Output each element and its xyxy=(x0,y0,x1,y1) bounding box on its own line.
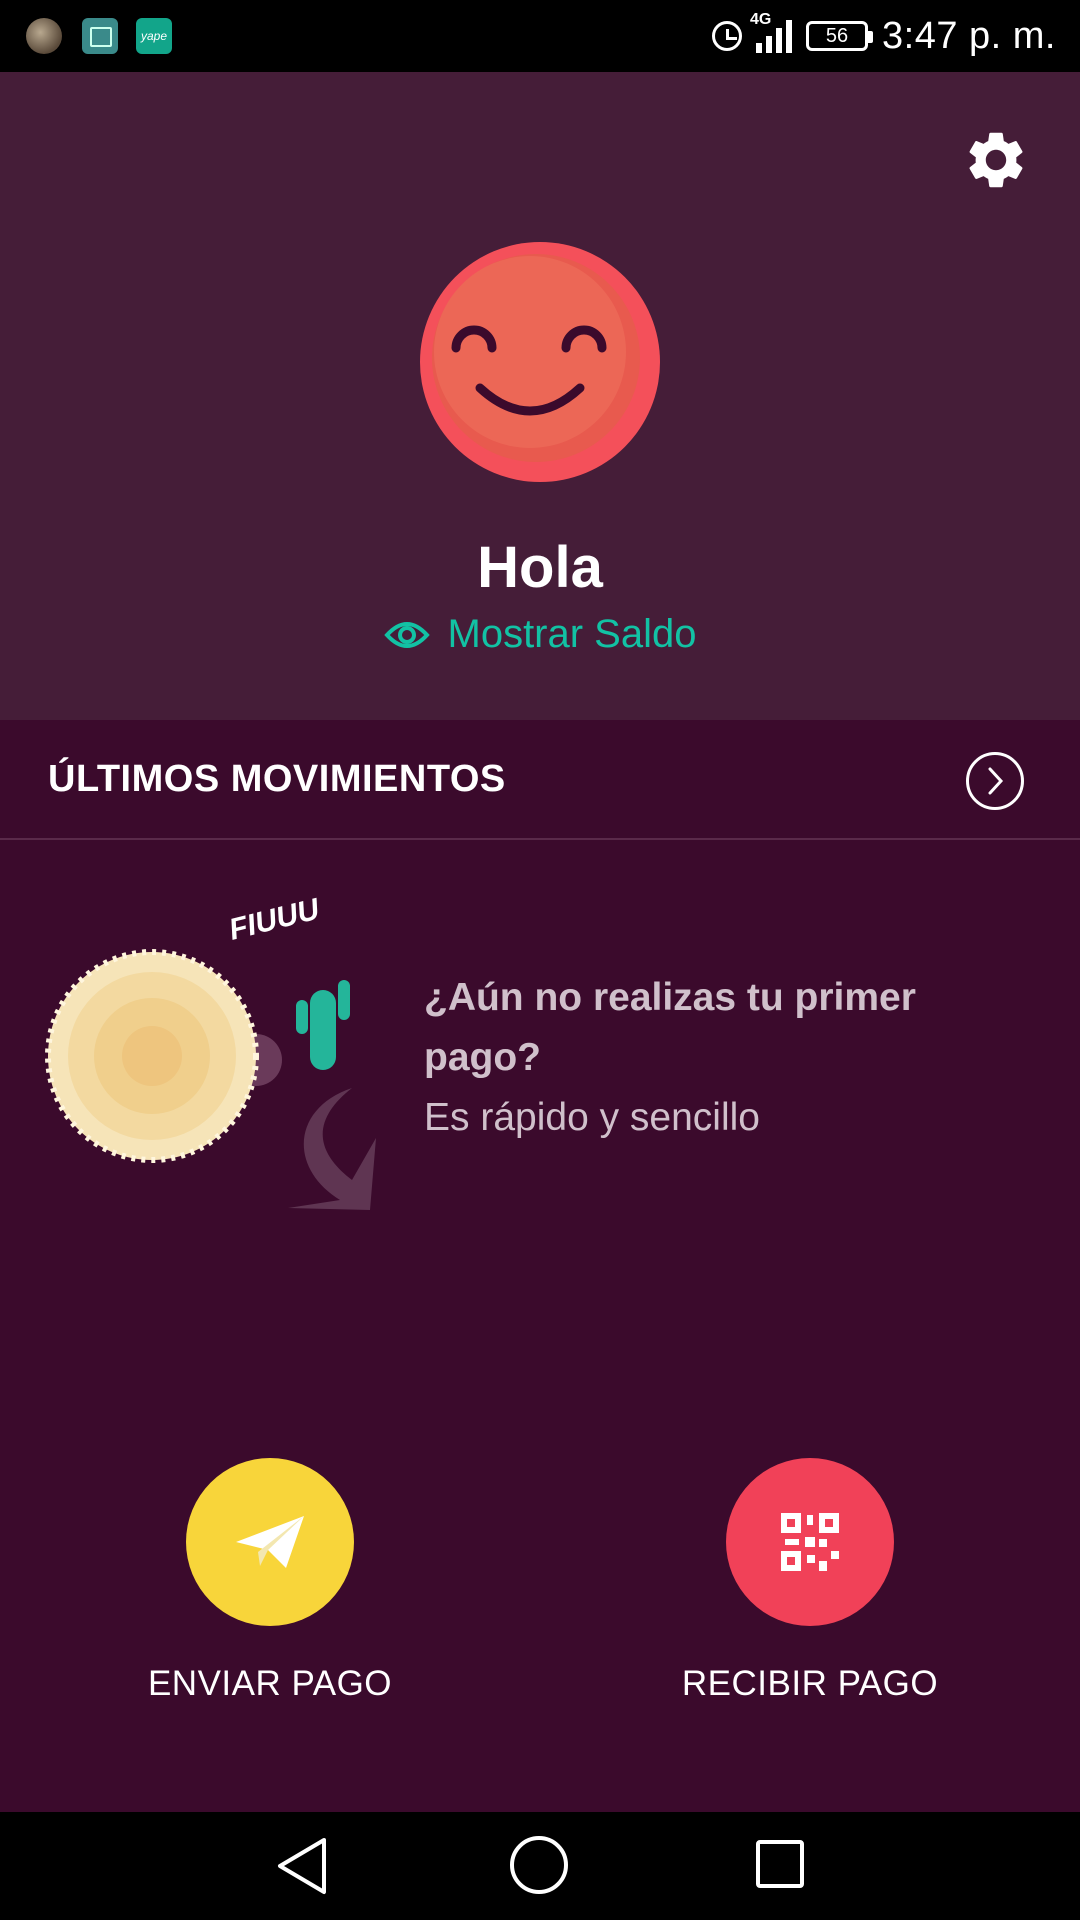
home-icon[interactable] xyxy=(510,1836,568,1894)
system-nav-bar xyxy=(0,1812,1080,1920)
status-bar: yape 4G 56 3:47 p. m. xyxy=(0,0,1080,72)
gallery-icon xyxy=(82,18,118,54)
network-type: 4G xyxy=(750,11,772,28)
receive-payment-button[interactable] xyxy=(726,1458,894,1626)
receive-payment-label: RECIBIR PAGO xyxy=(681,1664,939,1703)
tumbleweed-illustration: FIUUU xyxy=(45,892,376,1210)
latest-movements-bar[interactable]: ÚLTIMOS MOVIMIENTOS xyxy=(0,720,1080,840)
send-payment-action[interactable]: ENVIAR PAGO xyxy=(120,1458,420,1704)
avatar-notification-icon xyxy=(26,18,62,54)
back-icon[interactable] xyxy=(274,1836,330,1896)
greeting-title: Hola xyxy=(477,535,603,600)
empty-movements-message: ¿Aún no realizas tu primer pago? Es rápi… xyxy=(424,968,1024,1148)
show-balance-label: Mostrar Saldo xyxy=(447,612,697,656)
status-time: 3:47 p. m. xyxy=(882,14,1056,57)
chevron-right-icon[interactable] xyxy=(966,752,1024,810)
receive-payment-action[interactable]: RECIBIR PAGO xyxy=(660,1458,960,1704)
illustration-text: FIUUU xyxy=(226,892,324,947)
yape-icon: yape xyxy=(136,18,172,54)
alarm-icon xyxy=(712,21,743,51)
battery-icon: 56 xyxy=(806,21,874,51)
qr-code-icon xyxy=(781,1513,839,1571)
empty-question: ¿Aún no realizas tu primer pago? xyxy=(424,976,916,1079)
latest-movements-title: ÚLTIMOS MOVIMIENTOS xyxy=(48,758,506,800)
gear-icon[interactable] xyxy=(962,126,1030,194)
chevron-right-glyph xyxy=(988,767,1004,795)
eye-icon xyxy=(383,621,430,648)
paper-plane-icon xyxy=(236,1516,304,1568)
show-balance-button[interactable]: Mostrar Saldo xyxy=(0,612,1080,657)
profile-header: Hola Mostrar Saldo xyxy=(0,72,1080,720)
signal-icon: 4G xyxy=(750,11,793,53)
empty-subtitle: Es rápido y sencillo xyxy=(424,1096,760,1139)
avatar-smiley-icon[interactable] xyxy=(418,240,662,484)
send-payment-label: ENVIAR PAGO xyxy=(147,1664,393,1703)
send-payment-button[interactable] xyxy=(186,1458,354,1626)
recent-apps-icon[interactable] xyxy=(756,1840,804,1888)
